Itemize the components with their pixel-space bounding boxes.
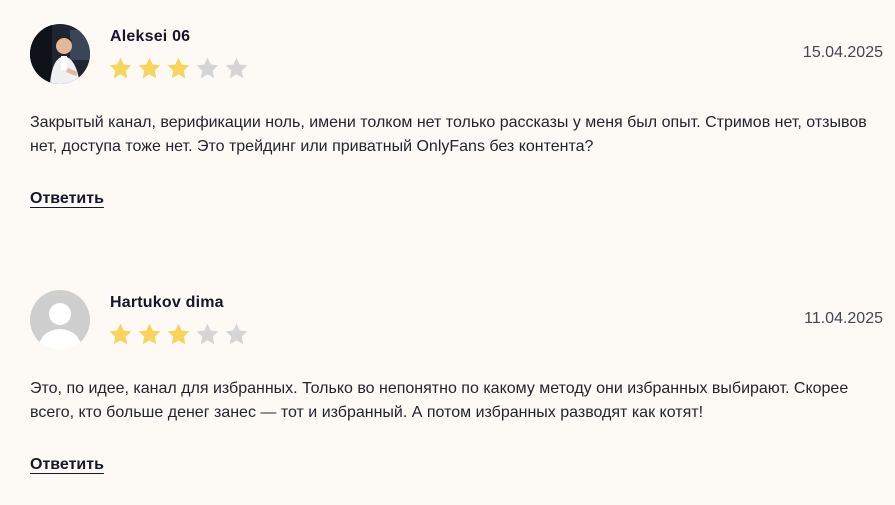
- star-empty-icon: [224, 322, 249, 348]
- star-filled-icon: [137, 56, 162, 82]
- star-filled-icon: [166, 322, 191, 348]
- star-filled-icon: [137, 322, 162, 348]
- star-empty-icon: [224, 56, 249, 82]
- review-text: Это, по идее, канал для избранных. Тольк…: [30, 380, 849, 421]
- review-author: Aleksei 06: [110, 28, 191, 45]
- star-filled-icon: [108, 322, 133, 348]
- star-empty-icon: [195, 56, 220, 82]
- review-author: Hartukov dima: [110, 294, 224, 311]
- review-date: 11.04.2025: [804, 310, 883, 327]
- reply-button[interactable]: Ответить: [30, 456, 104, 474]
- review-text: Закрытый канал, верификации ноль, имени …: [30, 114, 867, 155]
- reply-button[interactable]: Ответить: [30, 190, 104, 208]
- user-photo-avatar: [30, 24, 90, 84]
- rating-stars: [108, 56, 249, 82]
- star-filled-icon: [166, 56, 191, 82]
- star-filled-icon: [108, 56, 133, 82]
- default-user-avatar: [30, 290, 90, 350]
- rating-stars: [108, 322, 249, 348]
- star-empty-icon: [195, 322, 220, 348]
- review-date: 15.04.2025: [802, 44, 883, 61]
